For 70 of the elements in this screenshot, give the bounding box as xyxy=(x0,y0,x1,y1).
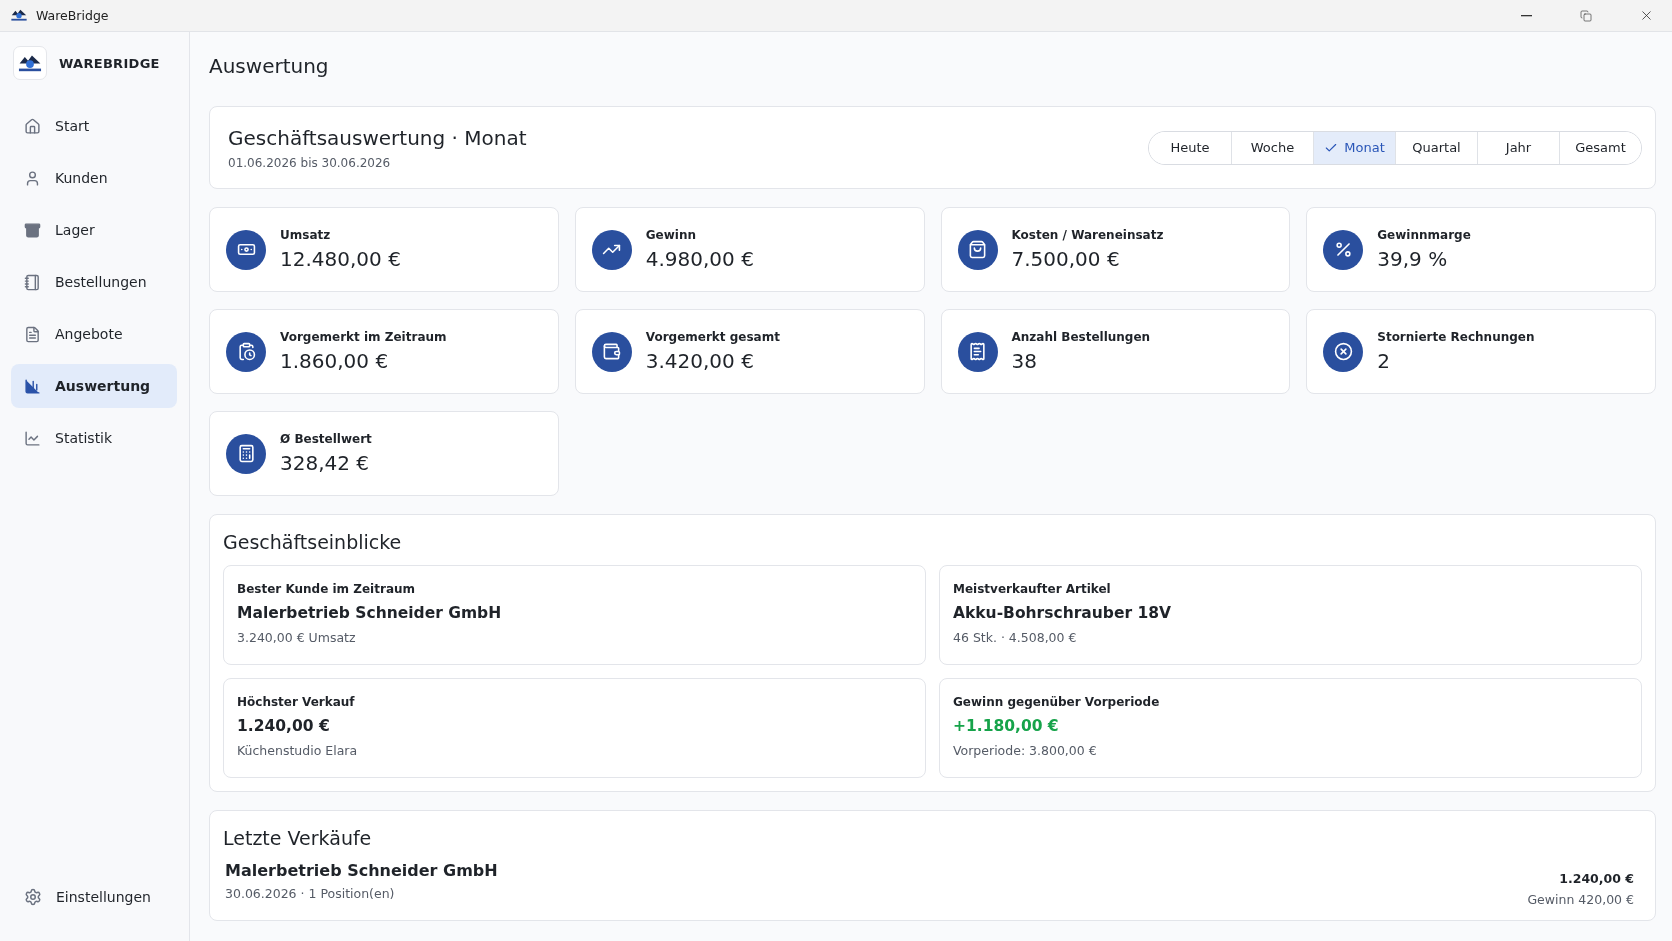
percent-icon xyxy=(1323,229,1364,270)
insight-label: Gewinn gegenüber Vorperiode xyxy=(953,695,1161,709)
kpi-value: 328,42 € xyxy=(280,451,371,475)
restore-icon xyxy=(1580,9,1592,22)
customer-name: Malerbetrieb Schneider GmbH xyxy=(225,861,498,880)
settings-icon xyxy=(24,888,42,906)
logo-icon xyxy=(10,8,28,23)
cross-circle-icon xyxy=(1323,331,1364,372)
clipboard-clock-icon xyxy=(226,331,266,372)
kpi-label: Vorgemerkt im Zeitraum xyxy=(280,330,447,344)
sale-meta: 30.06.2026 · 1 Position(en) xyxy=(225,886,396,901)
kpi-value: 38 xyxy=(1011,349,1038,373)
kpi-label: Vorgemerkt gesamt xyxy=(645,330,780,344)
insight-label: Höchster Verkauf xyxy=(237,695,356,709)
sidebar-item[interactable]: Start xyxy=(11,104,177,148)
brand-name: WAREBRIDGE xyxy=(59,55,160,71)
sidebar-item[interactable]: Auswertung xyxy=(11,364,177,408)
kpi-label: Umsatz xyxy=(280,228,332,242)
insight-detail: 46 Stk. · 4.508,00 € xyxy=(953,630,1078,645)
kpi-label: Stornierte Rechnungen xyxy=(1377,330,1535,344)
sale-amount: 1.240,00 € xyxy=(1558,871,1634,886)
date-range: 01.06.2026 bis 30.06.2026 xyxy=(228,155,392,170)
kpi-value: 2 xyxy=(1377,349,1391,373)
insight-value: 1.240,00 € xyxy=(237,717,331,735)
kpi-value: 12.480,00 € xyxy=(280,247,401,271)
notebook-icon xyxy=(24,273,41,291)
insight-detail: 3.240,00 € Umsatz xyxy=(237,630,357,645)
kpi-value: 7.500,00 € xyxy=(1011,247,1121,271)
banknote-icon xyxy=(226,229,266,270)
kpi-label: Kosten / Wareneinsatz xyxy=(1011,228,1164,242)
page-title: Auswertung xyxy=(209,54,330,78)
trend-up-icon xyxy=(591,229,632,270)
kpi-label: Ø Bestellwert xyxy=(280,432,372,446)
archive-box-icon xyxy=(24,221,41,239)
section-title: Letzte Verkäufe xyxy=(223,827,373,849)
minimize-icon xyxy=(1520,14,1532,17)
insight-detail: Vorperiode: 3.800,00 € xyxy=(953,743,1098,758)
kpi-value: 3.420,00 € xyxy=(645,349,755,373)
sidebar-item[interactable]: Kunden xyxy=(11,156,177,200)
window-title: WareBridge xyxy=(36,8,110,23)
kpi-value: 1.860,00 € xyxy=(280,349,390,373)
line-chart-icon xyxy=(24,429,41,447)
period-tab[interactable]: Gesamt xyxy=(1559,131,1641,164)
kpi-value: 39,9 % xyxy=(1377,247,1449,271)
home-icon xyxy=(24,117,41,135)
settings-item[interactable]: Einstellungen xyxy=(11,875,177,919)
kpi-label: Anzahl Bestellungen xyxy=(1011,330,1151,344)
wallet-icon xyxy=(591,331,632,372)
insight-label: Meistverkaufter Artikel xyxy=(953,582,1112,596)
insight-value: +1.180,00 € xyxy=(953,717,1060,735)
sidebar-item[interactable]: Statistik xyxy=(11,416,177,460)
calculator-icon xyxy=(226,433,266,474)
shopping-bag-icon xyxy=(957,229,998,270)
kpi-label: Gewinn xyxy=(645,228,698,242)
section-title: Geschäftseinblicke xyxy=(223,531,403,553)
document-icon xyxy=(24,325,41,343)
sidebar-item[interactable]: Lager xyxy=(11,208,177,252)
sidebar-item[interactable]: Angebote xyxy=(11,312,177,356)
period-tab[interactable]: Monat xyxy=(1313,131,1395,164)
receipt-icon xyxy=(957,331,998,372)
sale-profit: Gewinn 420,00 € xyxy=(1527,892,1634,907)
kpi-label: Gewinnmarge xyxy=(1377,228,1471,242)
sidebar-item[interactable]: Bestellungen xyxy=(11,260,177,304)
insight-value: Malerbetrieb Schneider GmbH xyxy=(237,604,503,622)
insight-detail: Küchenstudio Elara xyxy=(237,743,359,758)
report-title: Geschäftsauswertung · Monat xyxy=(228,125,527,150)
insight-value: Akku-Bohrschrauber 18V xyxy=(953,604,1173,622)
insight-label: Bester Kunde im Zeitraum xyxy=(237,582,417,596)
kpi-value: 4.980,00 € xyxy=(645,247,754,271)
user-icon xyxy=(24,169,41,187)
